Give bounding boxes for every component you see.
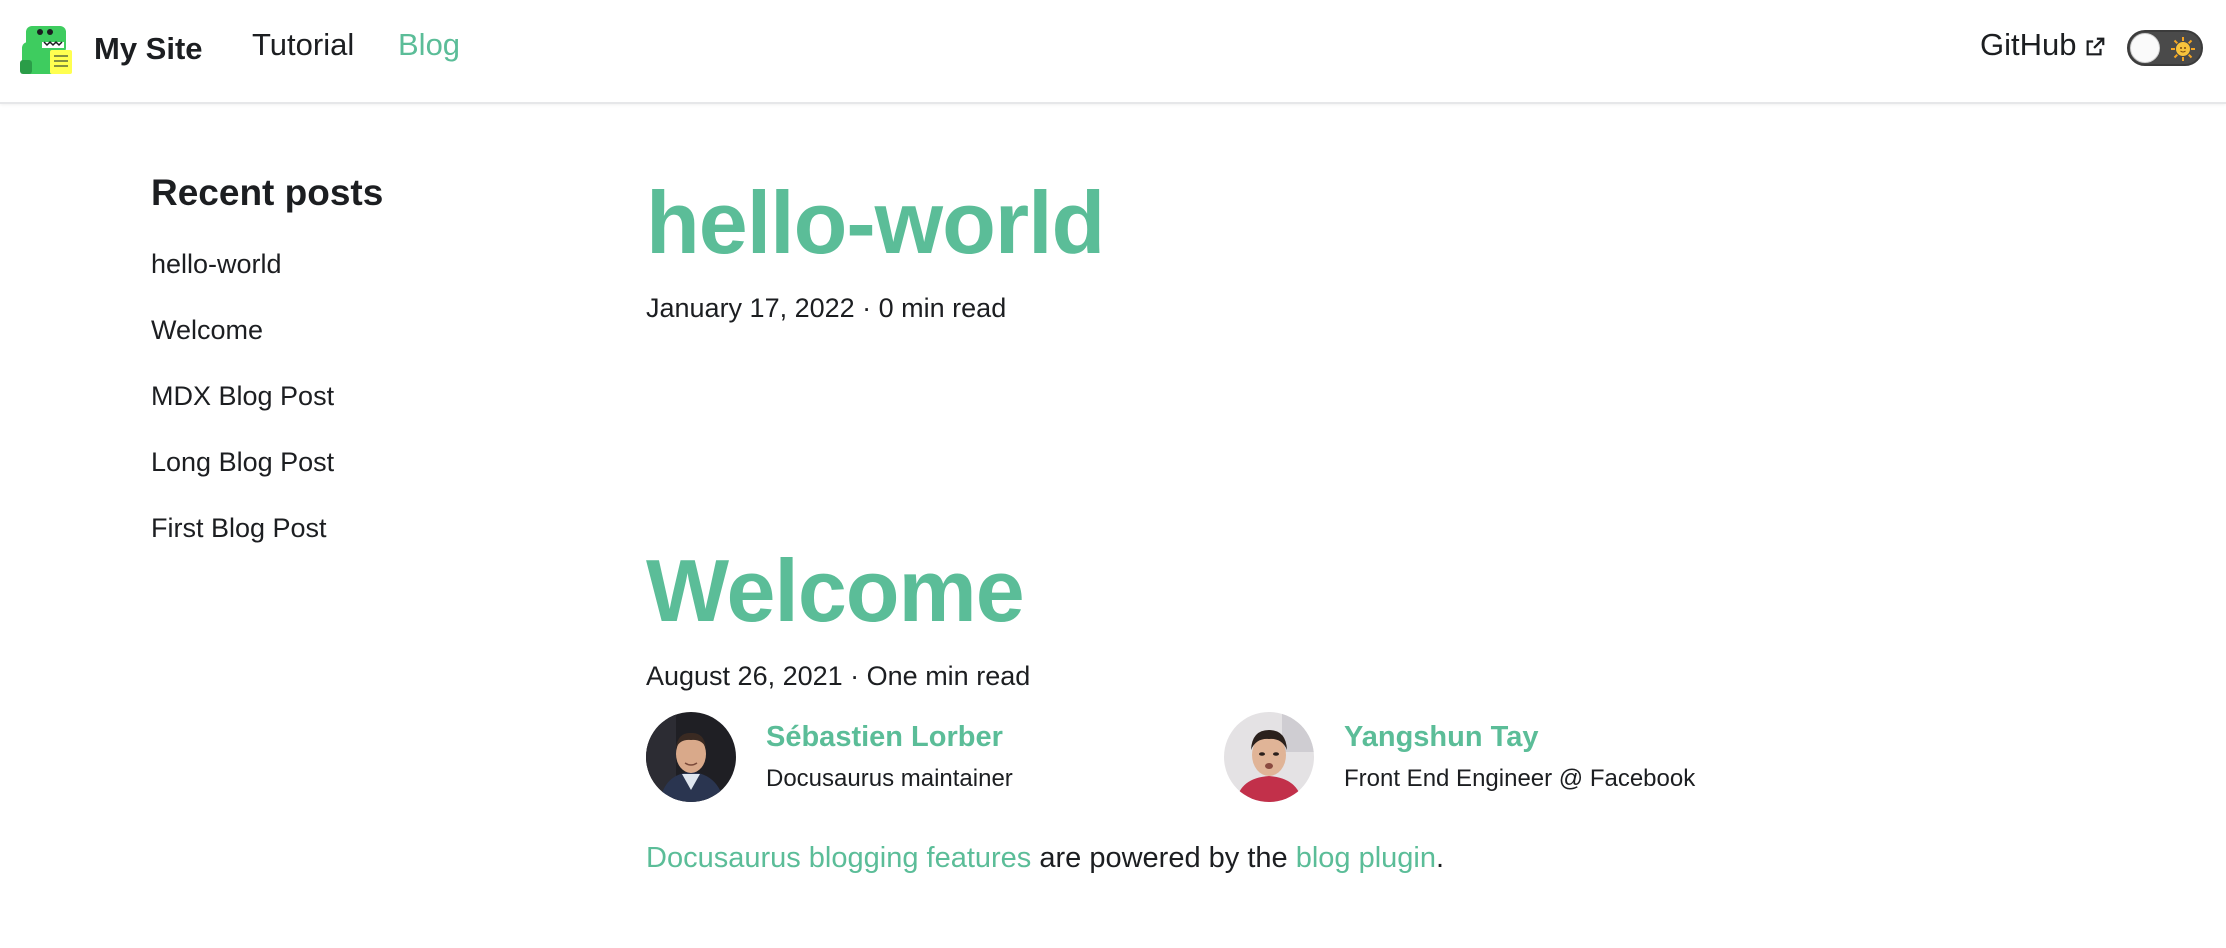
sidebar-title: Recent posts: [151, 172, 384, 213]
author-card: Sébastien Lorber Docusaurus maintainer: [646, 712, 1013, 802]
sidebar-item-welcome[interactable]: Welcome: [151, 312, 571, 378]
toggle-knob: [2130, 33, 2160, 63]
docusaurus-blogging-features-link[interactable]: Docusaurus blogging features: [646, 842, 1031, 874]
sidebar-item-hello-world[interactable]: hello-world: [151, 246, 571, 312]
blog-post-welcome: Welcome August 26, 2021 · One min read S…: [646, 536, 2046, 907]
github-link-label: GitHub: [1980, 27, 2077, 62]
blog-post-hello-world: hello-world January 17, 2022 · 0 min rea…: [646, 168, 1105, 326]
nav-link-tutorial[interactable]: Tutorial: [252, 27, 354, 63]
external-link-icon: [2087, 37, 2105, 56]
sidebar-item-first-blog-post[interactable]: First Blog Post: [151, 510, 571, 576]
blog-plugin-link[interactable]: blog plugin: [1296, 842, 1436, 874]
avatar-sebastien-icon: [646, 712, 736, 802]
body-text: are powered by the: [1031, 842, 1296, 874]
nav-link-github[interactable]: GitHub: [1980, 27, 2106, 63]
author-title: Front End Engineer @ Facebook: [1344, 765, 1696, 792]
post-body: Docusaurus blogging features are powered…: [646, 838, 2046, 878]
author-name-link[interactable]: Yangshun Tay: [1344, 718, 1695, 756]
dark-mode-toggle[interactable]: [2127, 30, 2203, 66]
author-title: Docusaurus maintainer: [766, 765, 1013, 792]
post-title-link[interactable]: Welcome: [646, 536, 1025, 646]
author-avatar[interactable]: [646, 712, 736, 802]
author-avatar[interactable]: [1224, 712, 1314, 802]
sidebar-item-mdx-blog-post[interactable]: MDX Blog Post: [151, 378, 571, 444]
recent-posts-sidebar: Recent posts hello-world Welcome MDX Blo…: [151, 168, 571, 576]
author-name-link[interactable]: Sébastien Lorber: [766, 718, 1013, 756]
author-card: Yangshun Tay Front End Engineer @ Facebo…: [1224, 712, 1695, 802]
post-authors: Sébastien Lorber Docusaurus maintainer Y…: [646, 712, 2046, 804]
dinosaur-logo-icon: [20, 26, 72, 74]
post-meta: January 17, 2022 · 0 min read: [646, 293, 1007, 323]
nav-link-blog[interactable]: Blog: [398, 27, 460, 63]
site-title: My Site: [94, 31, 203, 66]
avatar-yangshun-icon: [1224, 712, 1314, 802]
body-text-end: .: [1436, 842, 1445, 874]
navbar: My Site Tutorial Blog GitHub: [0, 0, 2226, 104]
sidebar-item-long-blog-post[interactable]: Long Blog Post: [151, 444, 571, 510]
post-meta: August 26, 2021 · One min read: [646, 661, 1031, 691]
sun-icon: [2171, 37, 2195, 61]
post-title-link[interactable]: hello-world: [646, 168, 1105, 278]
recent-posts-list: hello-world Welcome MDX Blog Post Long B…: [151, 246, 571, 576]
brand-home-link[interactable]: My Site: [20, 20, 203, 78]
